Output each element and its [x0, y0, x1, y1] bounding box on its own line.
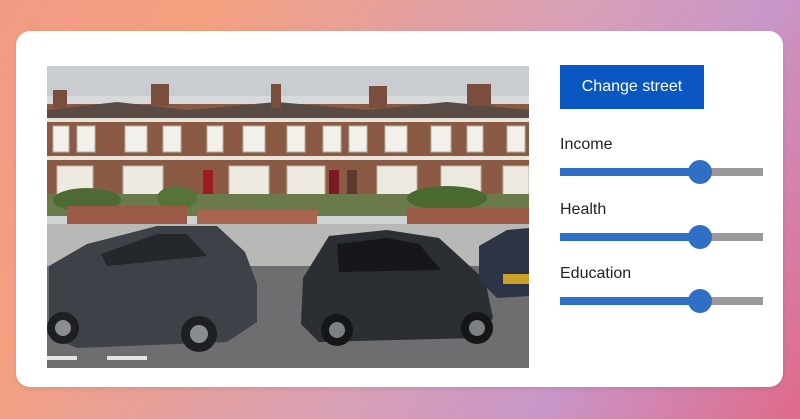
education-slider-fill — [560, 297, 701, 305]
controls-panel: Change street Income Health Education — [560, 65, 765, 313]
income-slider-group: Income — [560, 135, 763, 184]
income-slider-thumb[interactable] — [688, 160, 713, 184]
change-street-button[interactable]: Change street — [560, 65, 704, 109]
health-slider-group: Health — [560, 200, 763, 249]
street-view-image — [47, 66, 529, 368]
income-label: Income — [560, 136, 613, 153]
education-slider-group: Education — [560, 264, 763, 313]
health-slider-thumb[interactable] — [688, 225, 713, 249]
health-slider[interactable] — [560, 225, 763, 249]
main-card: Change street Income Health Education — [16, 31, 783, 387]
education-slider-thumb[interactable] — [688, 289, 713, 313]
health-label: Health — [560, 201, 607, 218]
education-label: Education — [560, 265, 632, 282]
education-slider[interactable] — [560, 289, 763, 313]
income-slider-fill — [560, 168, 701, 176]
income-slider[interactable] — [560, 160, 763, 184]
health-slider-fill — [560, 233, 701, 241]
